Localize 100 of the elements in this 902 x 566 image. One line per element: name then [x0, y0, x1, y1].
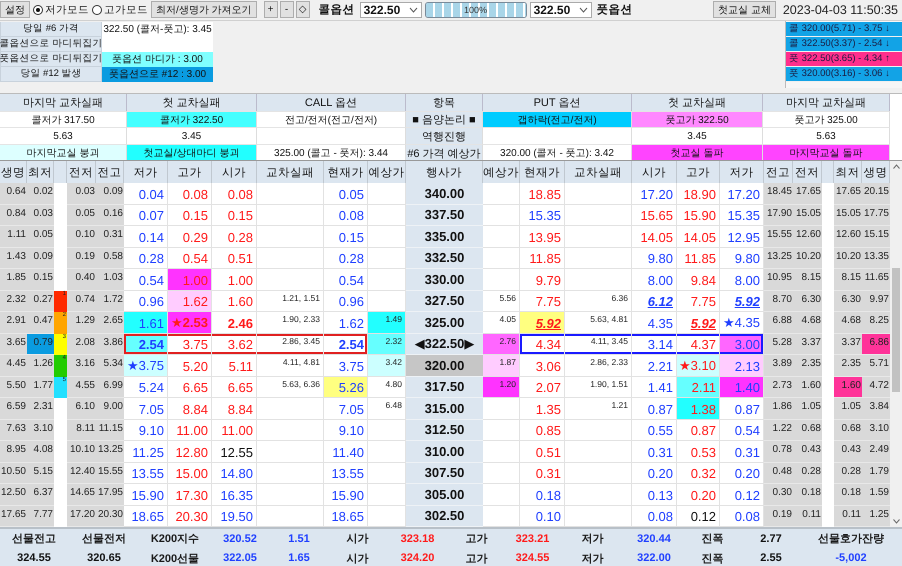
summary-cell: 마지막교실 붕괴	[0, 144, 127, 161]
price-cell: 13.55	[324, 462, 368, 484]
price-cell: 11.00	[212, 420, 257, 441]
stat-cell: 0.74	[67, 290, 96, 312]
radio-button[interactable]: 고가모드	[92, 2, 148, 17]
price-cell: 8.00	[632, 269, 677, 290]
summary-cell: 3.45	[127, 127, 257, 144]
stat-cell: 10.50	[0, 462, 27, 484]
price-cell: 0.15	[168, 204, 212, 226]
price-cell: 2.54	[324, 334, 368, 355]
price-cell: 3.75	[168, 334, 212, 355]
stat-cell: 4.68	[834, 312, 862, 334]
price-cell: 8.84	[212, 398, 257, 420]
stat-cell: 17.65	[793, 183, 822, 204]
stat-cell: 0.02	[27, 183, 54, 204]
stat-cell: 0.09	[27, 248, 54, 269]
settings-button[interactable]: 설정	[0, 1, 30, 18]
stat-cell: 0.05	[67, 204, 96, 226]
price-cell: 0.12	[677, 506, 720, 527]
swap-button[interactable]: 첫교실 교체	[713, 1, 776, 18]
stat-cell: 2.49	[862, 441, 890, 462]
footer-cell-text: 2.77	[759, 532, 783, 546]
stat-cell: 2.32	[0, 290, 27, 312]
price-cell: 0.32	[677, 462, 720, 484]
footer-cell-text: 322.05	[222, 551, 258, 566]
put-option-label: 풋옵션	[596, 3, 634, 18]
price-cell: 0.08	[324, 204, 368, 226]
stat-cell: 10.20	[834, 248, 862, 269]
stat-cell: 17.20	[67, 506, 96, 527]
strike-price: 320.00	[406, 355, 483, 376]
chevron-down-icon[interactable]	[578, 6, 588, 13]
small-button[interactable]: +	[264, 1, 278, 18]
price-cell: 3.14	[632, 334, 677, 355]
price-cell: 0.87	[720, 398, 764, 420]
stat-cell: 3.84	[862, 398, 890, 420]
chevron-down-icon[interactable]	[892, 519, 900, 524]
stat-cell: 0.19	[764, 506, 793, 527]
price-cell: 5.24	[124, 376, 168, 398]
summary-cell: ■ 음양논리 ■	[406, 111, 483, 127]
stat-cell: 8.95	[0, 441, 27, 462]
chevron-up-icon[interactable]	[892, 164, 900, 169]
footer-cell-text: 진폭	[700, 532, 724, 547]
stat-cell: 0.43	[834, 441, 862, 462]
price-cell: 4.37	[677, 334, 720, 355]
stat-cell: 3.37	[834, 334, 862, 355]
alert-item[interactable]: 풋 320.00(3.16) - 3.06 ↓	[786, 66, 902, 82]
price-cell: 0.12	[720, 484, 764, 506]
call-strike-select[interactable]: 322.50	[360, 2, 422, 18]
price-cell: 7.05	[124, 398, 168, 420]
price-cell: 5.92	[520, 312, 565, 334]
stat-cell: 0.03	[27, 204, 54, 226]
stat-cell: 12.40	[67, 462, 96, 484]
strike-price: 312.50	[406, 420, 483, 441]
price-cell: 0.28	[324, 248, 368, 269]
summary-cell: 325.00 (콜고 - 풋저): 3.44	[257, 144, 406, 161]
price-cell: 2.13	[720, 355, 764, 376]
fetch-button[interactable]: 최저/생명가 가져오기	[151, 1, 257, 18]
radio-button[interactable]: 저가모드	[33, 2, 89, 17]
stat-cell: 18.45	[764, 183, 793, 204]
stat-cell: 0.18	[793, 484, 822, 506]
price-cell: 17.20	[720, 183, 764, 204]
price-cell: 9.79	[520, 269, 565, 290]
radio-icon[interactable]	[92, 4, 102, 15]
chevron-down-icon[interactable]	[408, 6, 418, 13]
footer-cell-text: 저가	[580, 532, 604, 547]
alert-item[interactable]: 콜 320.00(5.71) - 3.75 ↓	[786, 22, 902, 37]
price-cell: 16.35	[212, 484, 257, 506]
price-cell: 1.62	[168, 290, 212, 312]
price-cell: 0.05	[324, 183, 368, 204]
price-cell: 2.21	[632, 355, 677, 376]
price-cell: 2.76	[483, 334, 520, 355]
stat-cell: 12.50	[0, 484, 27, 506]
column-header: 예상가	[368, 161, 406, 183]
radio-icon[interactable]	[33, 4, 43, 15]
alert-item[interactable]: 풋 322.50(3.65) - 4.34 ↑	[786, 52, 902, 67]
price-cell: 1.60	[212, 290, 257, 312]
price-cell: 15.90	[324, 484, 368, 506]
info-label: 당일 #12 발생	[0, 66, 102, 82]
stat-cell: 6.30	[834, 290, 862, 312]
price-cell: 15.35	[520, 204, 565, 226]
strike-price: 302.50	[406, 506, 483, 527]
price-cell: 0.18	[520, 484, 565, 506]
stat-cell: 1.25	[862, 506, 890, 527]
stat-cell: 2.73	[764, 376, 793, 398]
scrollbar-thumb[interactable]	[892, 268, 900, 392]
stat-cell: 1.59	[862, 484, 890, 506]
stat-cell: 8.15	[834, 269, 862, 290]
column-header: 전고	[764, 161, 793, 183]
alert-item[interactable]: 콜 322.50(3.37) - 2.54 ↓	[786, 36, 902, 52]
price-cell: 11.40	[324, 441, 368, 462]
small-button[interactable]: -	[280, 1, 294, 18]
price-cell: 0.10	[520, 506, 565, 527]
column-header: 생명	[0, 161, 27, 183]
stat-cell: 0.09	[96, 183, 124, 204]
small-button[interactable]: ◇	[296, 1, 310, 18]
price-cell: 13.95	[520, 226, 565, 248]
scrollbar[interactable]	[890, 161, 902, 527]
price-cell: 3.42	[368, 355, 406, 376]
price-cell: 2.11	[677, 376, 720, 398]
put-strike-select[interactable]: 322.50	[530, 2, 592, 18]
